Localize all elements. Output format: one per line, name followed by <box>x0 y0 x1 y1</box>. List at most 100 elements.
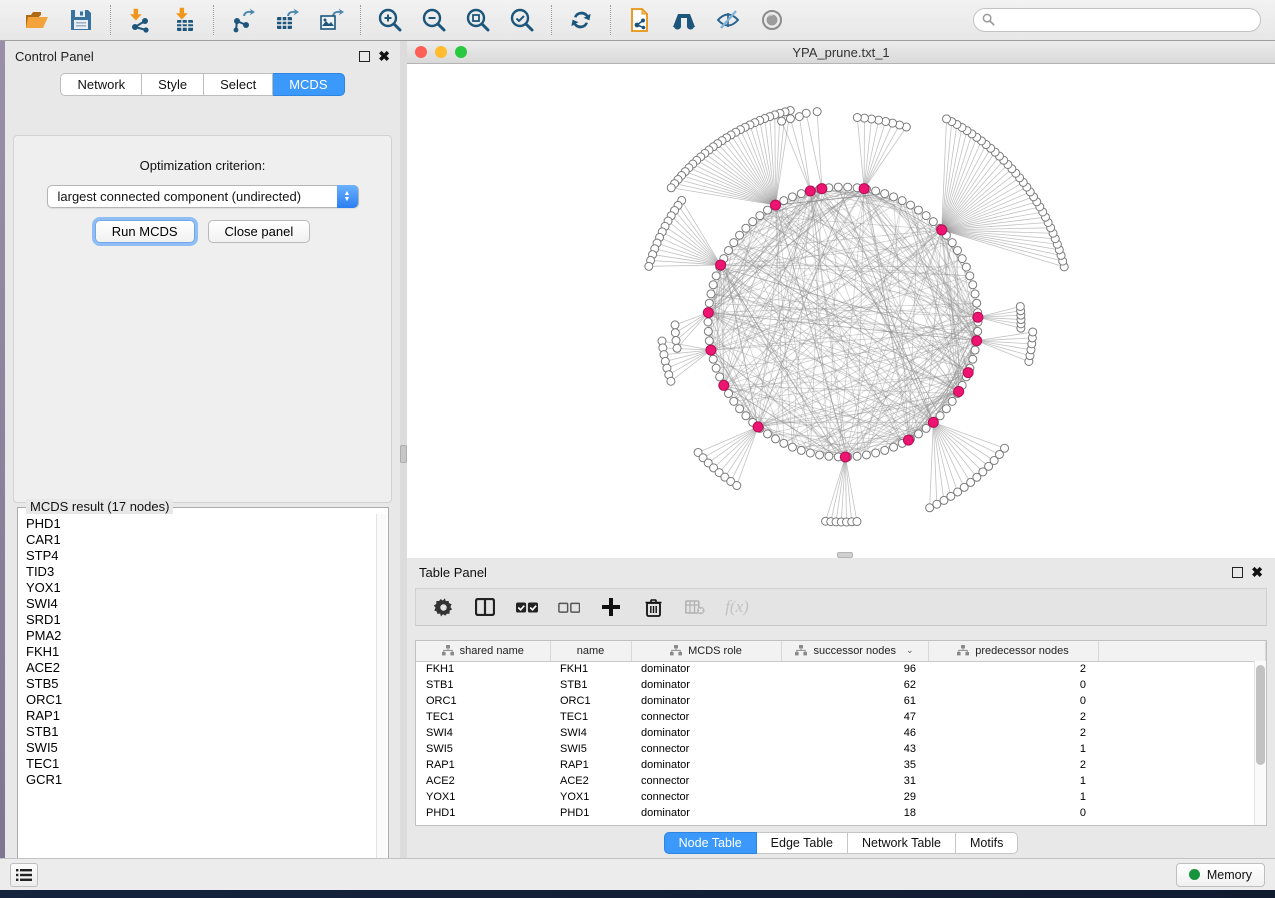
search-network-binoculars-icon[interactable] <box>669 5 699 35</box>
table-row[interactable]: PHD1PHD1dominator 180 <box>416 805 1266 821</box>
control-panel-tabs: Network Style Select MCDS <box>5 73 400 96</box>
list-item[interactable]: GCR1 <box>26 772 376 788</box>
split-columns-icon[interactable] <box>474 596 496 618</box>
network-canvas[interactable] <box>407 64 1275 558</box>
run-mcds-button[interactable]: Run MCDS <box>95 220 195 243</box>
column-header-name[interactable]: name <box>550 641 631 661</box>
tab-edge-table[interactable]: Edge Table <box>757 832 848 854</box>
tab-motifs[interactable]: Motifs <box>956 832 1018 854</box>
hide-graphics-details-icon[interactable] <box>713 5 743 35</box>
mcds-result-title: MCDS result (17 nodes) <box>26 499 173 514</box>
list-item[interactable]: PMA2 <box>26 628 376 644</box>
list-item[interactable]: STB5 <box>26 676 376 692</box>
open-folder-icon[interactable] <box>22 5 52 35</box>
function-builder-icon: f(x) <box>726 596 748 618</box>
network-from-file-icon[interactable] <box>625 5 655 35</box>
table-row[interactable]: SWI4SWI4dominator 462 <box>416 725 1266 741</box>
task-history-button[interactable] <box>10 863 38 887</box>
list-item[interactable]: FKH1 <box>26 644 376 660</box>
tree-icon <box>957 645 969 656</box>
export-image-icon[interactable] <box>316 5 346 35</box>
list-item[interactable]: ORC1 <box>26 692 376 708</box>
vertical-splitter[interactable] <box>400 41 407 858</box>
list-item[interactable]: TID3 <box>26 564 376 580</box>
tab-node-table[interactable]: Node Table <box>664 832 757 854</box>
table-row[interactable]: SWI5SWI5connector 431 <box>416 741 1266 757</box>
list-item[interactable]: ACE2 <box>26 660 376 676</box>
close-panel-icon[interactable]: ✖ <box>1251 567 1263 578</box>
tab-select[interactable]: Select <box>204 73 273 96</box>
list-item[interactable]: SWI5 <box>26 740 376 756</box>
close-panel-button[interactable]: Close panel <box>208 220 311 243</box>
optimization-criterion-label: Optimization criterion: <box>14 158 391 173</box>
list-item[interactable]: SWI4 <box>26 596 376 612</box>
import-table-icon[interactable] <box>169 5 199 35</box>
tab-mcds[interactable]: MCDS <box>273 73 344 96</box>
mcds-list-scrollbar[interactable] <box>376 514 387 877</box>
export-network-icon[interactable] <box>228 5 258 35</box>
network-window-titlebar[interactable]: YPA_prune.txt_1 <box>407 41 1275 64</box>
delete-table-icon <box>684 596 706 618</box>
table-scrollbar[interactable] <box>1254 661 1266 825</box>
search-input[interactable] <box>973 8 1261 32</box>
list-item[interactable]: CAR1 <box>26 532 376 548</box>
column-header-mcds-role[interactable]: MCDS role <box>631 641 781 661</box>
splitter-handle[interactable] <box>400 445 407 463</box>
export-table-icon[interactable] <box>272 5 302 35</box>
table-row[interactable]: FKH1FKH1dominator 962 <box>416 661 1266 677</box>
network-window-title: YPA_prune.txt_1 <box>407 45 1275 60</box>
zoom-selected-icon[interactable] <box>507 5 537 35</box>
show-graphics-details-icon[interactable] <box>757 5 787 35</box>
status-bar: Memory <box>0 858 1275 890</box>
select-all-columns-icon[interactable] <box>516 596 538 618</box>
table-row[interactable]: ACE2ACE2connector 311 <box>416 773 1266 789</box>
column-header-filler <box>1098 641 1266 661</box>
search-icon <box>982 13 995 26</box>
table-row[interactable]: YOX1YOX1connector 291 <box>416 789 1266 805</box>
column-header-predecessor-nodes[interactable]: predecessor nodes <box>928 641 1098 661</box>
memory-button[interactable]: Memory <box>1176 863 1265 887</box>
table-row[interactable]: RAP1RAP1dominator 352 <box>416 757 1266 773</box>
refresh-icon[interactable] <box>566 5 596 35</box>
list-item[interactable]: STP4 <box>26 548 376 564</box>
control-panel-header: Control Panel ✖ <box>5 41 400 71</box>
control-panel-title: Control Panel <box>15 49 94 64</box>
list-item[interactable]: STB1 <box>26 724 376 740</box>
scrollbar-thumb[interactable] <box>1256 665 1265 765</box>
column-header-successor-nodes[interactable]: successor nodes ⌄ <box>781 641 928 661</box>
deselect-all-columns-icon[interactable] <box>558 596 580 618</box>
list-item[interactable]: SRD1 <box>26 612 376 628</box>
list-item[interactable]: RAP1 <box>26 708 376 724</box>
table-row[interactable]: STB1STB1dominator 620 <box>416 677 1266 693</box>
column-header-shared-name[interactable]: shared name <box>416 641 550 661</box>
save-icon[interactable] <box>66 5 96 35</box>
select-stepper-icon: ▲▼ <box>337 185 358 208</box>
memory-status-icon <box>1189 869 1200 880</box>
list-item[interactable]: PHD1 <box>26 516 376 532</box>
list-item[interactable]: YOX1 <box>26 580 376 596</box>
main-toolbar <box>0 0 1275 41</box>
control-panel: Control Panel ✖ Network Style Select MCD… <box>5 41 400 858</box>
list-icon <box>16 868 32 882</box>
import-network-icon[interactable] <box>125 5 155 35</box>
criterion-select[interactable]: largest connected component (undirected)… <box>47 185 359 208</box>
tab-style[interactable]: Style <box>142 73 204 96</box>
table-panel-header: Table Panel ✖ <box>407 558 1275 586</box>
table-row[interactable]: ORC1ORC1dominator 610 <box>416 693 1266 709</box>
zoom-out-icon[interactable] <box>419 5 449 35</box>
delete-column-icon[interactable] <box>642 596 664 618</box>
close-panel-icon[interactable]: ✖ <box>378 51 390 62</box>
float-panel-icon[interactable] <box>1232 567 1243 578</box>
network-svg <box>407 64 1275 558</box>
zoom-in-icon[interactable] <box>375 5 405 35</box>
tab-network[interactable]: Network <box>60 73 142 96</box>
table-row[interactable]: TEC1TEC1connector 472 <box>416 709 1266 725</box>
mcds-result-groupbox: MCDS result (17 nodes) PHD1 CAR1 STP4 TI… <box>17 507 389 879</box>
gear-icon[interactable] <box>432 596 454 618</box>
tree-icon <box>670 645 682 656</box>
add-column-icon[interactable] <box>600 596 622 618</box>
float-panel-icon[interactable] <box>359 51 370 62</box>
list-item[interactable]: TEC1 <box>26 756 376 772</box>
zoom-fit-icon[interactable] <box>463 5 493 35</box>
tab-network-table[interactable]: Network Table <box>848 832 956 854</box>
